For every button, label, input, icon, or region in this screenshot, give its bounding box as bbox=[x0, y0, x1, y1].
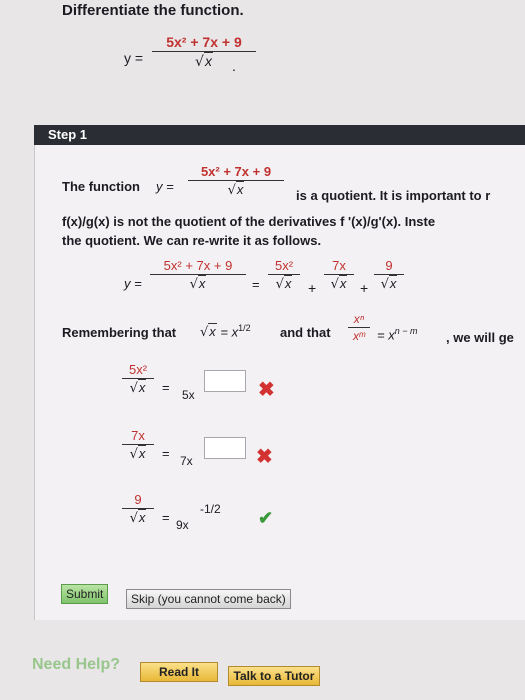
answer-1-exponent-input[interactable] bbox=[204, 370, 246, 392]
sqrt-icon: √ bbox=[227, 183, 236, 198]
submit-button[interactable]: Submit bbox=[61, 584, 109, 604]
talk-to-tutor-button[interactable]: Talk to a Tutor bbox=[228, 666, 320, 686]
remember-frac-den: xᵐ bbox=[353, 329, 365, 343]
sqrt-icon: √ bbox=[275, 277, 284, 292]
remember-suffix: , we will ge bbox=[446, 330, 514, 345]
problem-lhs: y = bbox=[124, 50, 144, 66]
rewrite-plus-1: + bbox=[308, 280, 317, 296]
page-heading: Differentiate the function. bbox=[62, 2, 244, 19]
check-icon: ✔ bbox=[258, 508, 274, 528]
step-label: Step 1 bbox=[48, 127, 88, 142]
remember-power-fraction: xⁿ xᵐ bbox=[348, 312, 370, 343]
answer-3-exponent-value[interactable]: -1/2 bbox=[200, 502, 221, 516]
sqrt-icon: √ bbox=[380, 277, 389, 292]
intro-line-2: f(x)/g(x) is not the quotient of the der… bbox=[62, 214, 436, 229]
need-help-label: Need Help? bbox=[32, 656, 121, 673]
wrong-icon: ✖ bbox=[256, 446, 273, 468]
answer-1-coef: 5x bbox=[182, 388, 195, 402]
sqrt-icon: √ bbox=[195, 54, 204, 70]
problem-period: . bbox=[232, 58, 236, 74]
rewrite-term-2-num: 7x bbox=[332, 258, 346, 273]
rewrite-term-3: 9 √x bbox=[374, 258, 404, 292]
problem-fraction: 5x² + 7x + 9 √x bbox=[152, 34, 256, 70]
remember-rhs: = xn − m bbox=[377, 326, 418, 343]
intro-line-3: the quotient. We can re-write it as foll… bbox=[62, 233, 322, 248]
sqrt-icon: √ bbox=[129, 447, 138, 462]
answer-2-fraction: 7x √x bbox=[122, 428, 154, 462]
answer-2-coef: 7x bbox=[180, 454, 193, 468]
rewrite-term-1: 5x² √x bbox=[268, 258, 300, 292]
answer-1-fraction: 5x² √x bbox=[122, 362, 154, 396]
intro-fraction: 5x² + 7x + 9 √x bbox=[188, 164, 284, 198]
step-header: Step 1 bbox=[34, 125, 525, 145]
rewrite-full-fraction: 5x² + 7x + 9 √x bbox=[150, 258, 246, 292]
remember-prefix: Remembering that bbox=[62, 325, 177, 340]
answer-2-exponent-input[interactable] bbox=[204, 437, 246, 459]
intro-numerator: 5x² + 7x + 9 bbox=[200, 164, 272, 179]
rewrite-lhs: y = bbox=[124, 276, 142, 291]
problem-denominator: √x bbox=[195, 52, 213, 70]
skip-button[interactable]: Skip (you cannot come back) bbox=[126, 589, 291, 609]
intro-denominator: √x bbox=[227, 181, 245, 198]
intro-y: y = bbox=[156, 179, 174, 194]
sqrt-icon: √ bbox=[330, 277, 339, 292]
sqrt-icon: √ bbox=[129, 511, 138, 526]
rewrite-term-3-num: 9 bbox=[385, 258, 393, 273]
problem-numerator: 5x² + 7x + 9 bbox=[166, 34, 242, 50]
sqrt-icon: √ bbox=[189, 277, 198, 292]
intro-prefix: The function bbox=[62, 179, 140, 194]
wrong-icon: ✖ bbox=[258, 379, 275, 401]
read-it-button[interactable]: Read It bbox=[140, 662, 218, 682]
rewrite-plus-2: + bbox=[360, 280, 369, 296]
rewrite-term-1-num: 5x² bbox=[274, 258, 294, 273]
answer-1-eq: = bbox=[162, 380, 170, 395]
remember-frac-num: xⁿ bbox=[353, 312, 365, 326]
intro-suffix: is a quotient. It is important to r bbox=[296, 188, 491, 203]
rewrite-full-denominator: √x bbox=[189, 275, 207, 292]
answer-3-fraction: 9 √x bbox=[122, 492, 154, 526]
remember-sqrt-identity: √x = x1/2 bbox=[200, 323, 251, 341]
answer-2-eq: = bbox=[162, 446, 170, 461]
answer-3-eq: = bbox=[162, 510, 170, 525]
answer-3-coef: 9x bbox=[176, 518, 189, 532]
rewrite-full-numerator: 5x² + 7x + 9 bbox=[163, 258, 233, 273]
remember-and-that: and that bbox=[280, 325, 331, 340]
rewrite-term-2: 7x √x bbox=[324, 258, 354, 292]
rewrite-eq: = bbox=[252, 277, 260, 292]
sqrt-icon: √ bbox=[129, 381, 138, 396]
